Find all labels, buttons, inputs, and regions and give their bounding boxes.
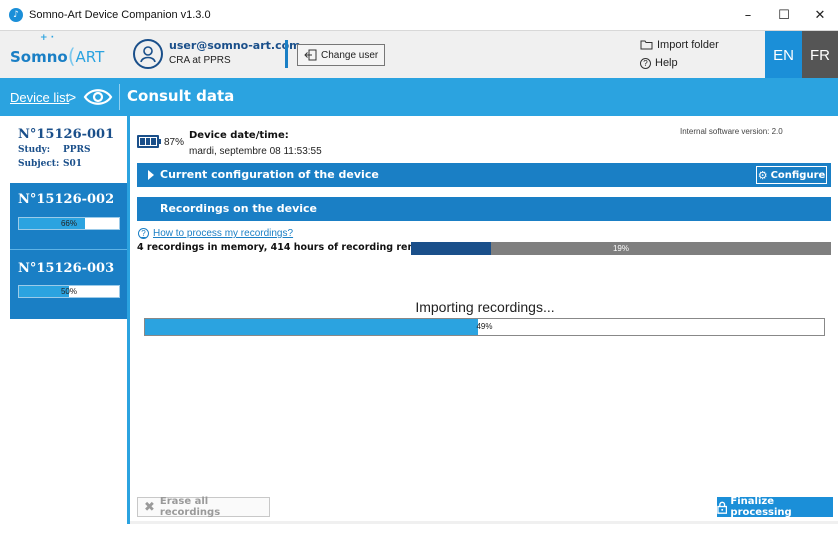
minimize-button[interactable]: – bbox=[730, 0, 766, 30]
import-folder-label: Import folder bbox=[657, 39, 719, 51]
device-name: N°15126-001 bbox=[18, 127, 115, 142]
x-icon: ✖ bbox=[144, 499, 155, 515]
howto-link[interactable]: ? How to process my recordings? bbox=[138, 228, 293, 239]
language-en-button[interactable]: EN bbox=[765, 31, 802, 79]
maximize-button[interactable]: ☐ bbox=[766, 0, 802, 30]
device-progress-bar: 66% bbox=[18, 217, 120, 230]
memory-progress-bar: 19% bbox=[411, 242, 831, 255]
configure-button[interactable]: ⚙ Configure bbox=[756, 166, 827, 184]
device-sidebar: N°15126-001 Study: PPRS Subject: S01 N°1… bbox=[10, 116, 127, 319]
app-header: + · Somno(ART user@somno-art.com CRA at … bbox=[0, 30, 838, 79]
study-label: Study: bbox=[18, 145, 51, 155]
erase-all-label: Erase all recordings bbox=[159, 496, 221, 518]
sidebar-item-device-003[interactable]: N°15126-003 50% bbox=[10, 250, 127, 319]
breadcrumb-device-list[interactable]: Device list bbox=[10, 90, 69, 105]
lock-icon bbox=[717, 501, 728, 514]
question-circle-icon: ? bbox=[640, 57, 651, 69]
device-progress-label: 50% bbox=[60, 287, 77, 296]
logo-art: ART bbox=[75, 48, 105, 66]
erase-all-button[interactable]: ✖ Erase all recordings bbox=[137, 496, 270, 518]
import-progress-bar: 49% bbox=[144, 318, 825, 336]
sidebar-item-device-001[interactable]: N°15126-001 Study: PPRS Subject: S01 bbox=[10, 116, 127, 183]
recordings-section-label: Recordings on the device bbox=[160, 202, 318, 215]
nav-bar: Device list > Consult data bbox=[0, 78, 838, 116]
configure-label: Configure bbox=[770, 169, 826, 181]
device-name: N°15126-003 bbox=[18, 261, 115, 276]
memory-progress-label: 19% bbox=[612, 244, 629, 253]
user-avatar-icon bbox=[133, 39, 163, 69]
folder-icon bbox=[640, 40, 653, 50]
config-section-label: Current configuration of the device bbox=[160, 168, 379, 181]
app-icon: ♪ bbox=[9, 8, 23, 22]
config-section-header[interactable]: Current configuration of the device ⚙ Co… bbox=[137, 163, 831, 187]
content-left-border bbox=[127, 116, 130, 524]
breadcrumb-separator: > bbox=[68, 89, 77, 105]
device-name: N°15126-002 bbox=[18, 192, 115, 207]
change-user-label: Change user bbox=[321, 49, 379, 61]
header-divider bbox=[285, 40, 288, 68]
device-datetime-label: Device date/time: bbox=[189, 130, 289, 141]
close-button[interactable]: ✕ bbox=[802, 0, 838, 30]
window-title: Somno-Art Device Companion v1.3.0 bbox=[29, 9, 211, 21]
eye-icon bbox=[83, 84, 113, 110]
logo-somno: Somno bbox=[10, 48, 68, 66]
window-controls: – ☐ ✕ bbox=[730, 0, 838, 30]
finalize-label: Finalize processing bbox=[730, 496, 792, 518]
device-datetime-value: mardi, septembre 08 11:53:55 bbox=[189, 146, 322, 157]
page-title: Consult data bbox=[127, 87, 235, 105]
bottom-border bbox=[130, 521, 838, 524]
help-label: Help bbox=[655, 57, 678, 69]
title-bar: ♪ Somno-Art Device Companion v1.3.0 – ☐ … bbox=[0, 0, 838, 30]
user-role: CRA at PPRS bbox=[169, 55, 231, 66]
finalize-processing-button[interactable]: Finalize processing bbox=[717, 496, 833, 518]
battery-nub bbox=[159, 139, 161, 144]
change-user-button[interactable]: Change user bbox=[297, 44, 385, 66]
howto-label: How to process my recordings? bbox=[153, 228, 294, 239]
logout-arrow-icon bbox=[304, 49, 317, 61]
import-progress-label: 49% bbox=[476, 322, 493, 331]
user-email: user@somno-art.com bbox=[169, 39, 301, 52]
question-circle-icon: ? bbox=[138, 228, 149, 239]
battery-icon bbox=[137, 135, 159, 148]
import-folder-link[interactable]: Import folder bbox=[640, 39, 719, 51]
subject-value: S01 bbox=[63, 159, 83, 169]
gear-icon: ⚙ bbox=[757, 168, 768, 182]
somno-art-logo: + · Somno(ART bbox=[10, 33, 105, 68]
sidebar-item-device-002[interactable]: N°15126-002 66% bbox=[10, 183, 127, 249]
language-fr-button[interactable]: FR bbox=[802, 31, 838, 79]
memory-status-text: 4 recordings in memory, 414 hours of rec… bbox=[137, 242, 434, 253]
battery-percent: 87% bbox=[164, 137, 185, 148]
importing-label: Importing recordings... bbox=[415, 299, 555, 315]
device-progress-bar: 50% bbox=[18, 285, 120, 298]
study-value: PPRS bbox=[63, 145, 91, 155]
recordings-section-header: Recordings on the device bbox=[137, 197, 831, 221]
help-link[interactable]: ? Help bbox=[640, 57, 678, 69]
expand-triangle-icon bbox=[148, 170, 154, 180]
nav-divider bbox=[119, 84, 120, 110]
software-version: Internal software version: 2.0 bbox=[680, 127, 783, 136]
subject-label: Subject: bbox=[18, 159, 60, 169]
device-progress-label: 66% bbox=[60, 219, 77, 228]
